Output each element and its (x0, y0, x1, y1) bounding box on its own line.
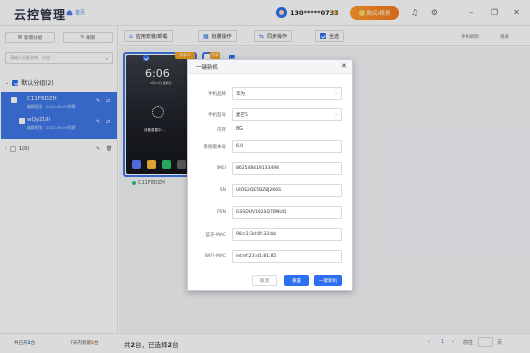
memory-label: 内存 (217, 128, 226, 133)
new-device-button[interactable]: 一键新机 (314, 275, 342, 286)
dialog-title: 一键新机 (196, 65, 219, 71)
wifi-mac-value: ed:ef:23:d1:81:85 (236, 254, 277, 259)
sn-value: UIOS2QE5BZ8J2K6S (236, 188, 282, 193)
reset-button[interactable]: 重置 (284, 275, 309, 286)
model-value: 麦芒5 (236, 112, 248, 118)
chevron-down-icon: ⌄ (334, 112, 338, 117)
psn-label: PSN (217, 210, 226, 215)
psn-field[interactable]: GSSDUV192SQ7BNUQ (232, 206, 342, 219)
brand-label: 手机品牌 (208, 92, 226, 97)
bt-mac-value: 98:c3:3d:6f:33:bb (236, 232, 277, 237)
chevron-down-icon: ⌄ (334, 91, 338, 96)
os-value: 6.0 (236, 144, 244, 149)
sn-field[interactable]: UIOS2QE5BZ8J2K6S (232, 184, 342, 197)
imei-value: 862548419133498 (236, 166, 279, 171)
imei-label: IMEI (216, 166, 226, 171)
wifi-mac-label: WIFI-MAC (204, 254, 226, 259)
os-label: 系统版本号 (203, 145, 227, 150)
brand-value: 华为 (236, 91, 245, 97)
bt-mac-label: 蓝牙-MAC (205, 233, 226, 238)
wifi-mac-field[interactable]: ed:ef:23:d1:81:85 (232, 250, 342, 263)
close-icon[interactable]: ✕ (341, 62, 347, 70)
sn-label: SN (219, 188, 226, 193)
model-label: 手机型号 (208, 113, 226, 118)
memory-value: 8G (236, 127, 243, 132)
os-field[interactable]: 6.0 (232, 140, 342, 153)
cancel-button[interactable]: 取消 (252, 275, 277, 286)
psn-value: GSSDUV192SQ7BNUQ (236, 210, 287, 215)
imei-field[interactable]: 862548419133498 (232, 162, 342, 175)
bt-mac-field[interactable]: 98:c3:3d:6f:33:bb (232, 228, 342, 241)
model-select[interactable]: 麦芒5 ⌄ (232, 108, 342, 121)
brand-select[interactable]: 华为 ⌄ (232, 87, 342, 100)
